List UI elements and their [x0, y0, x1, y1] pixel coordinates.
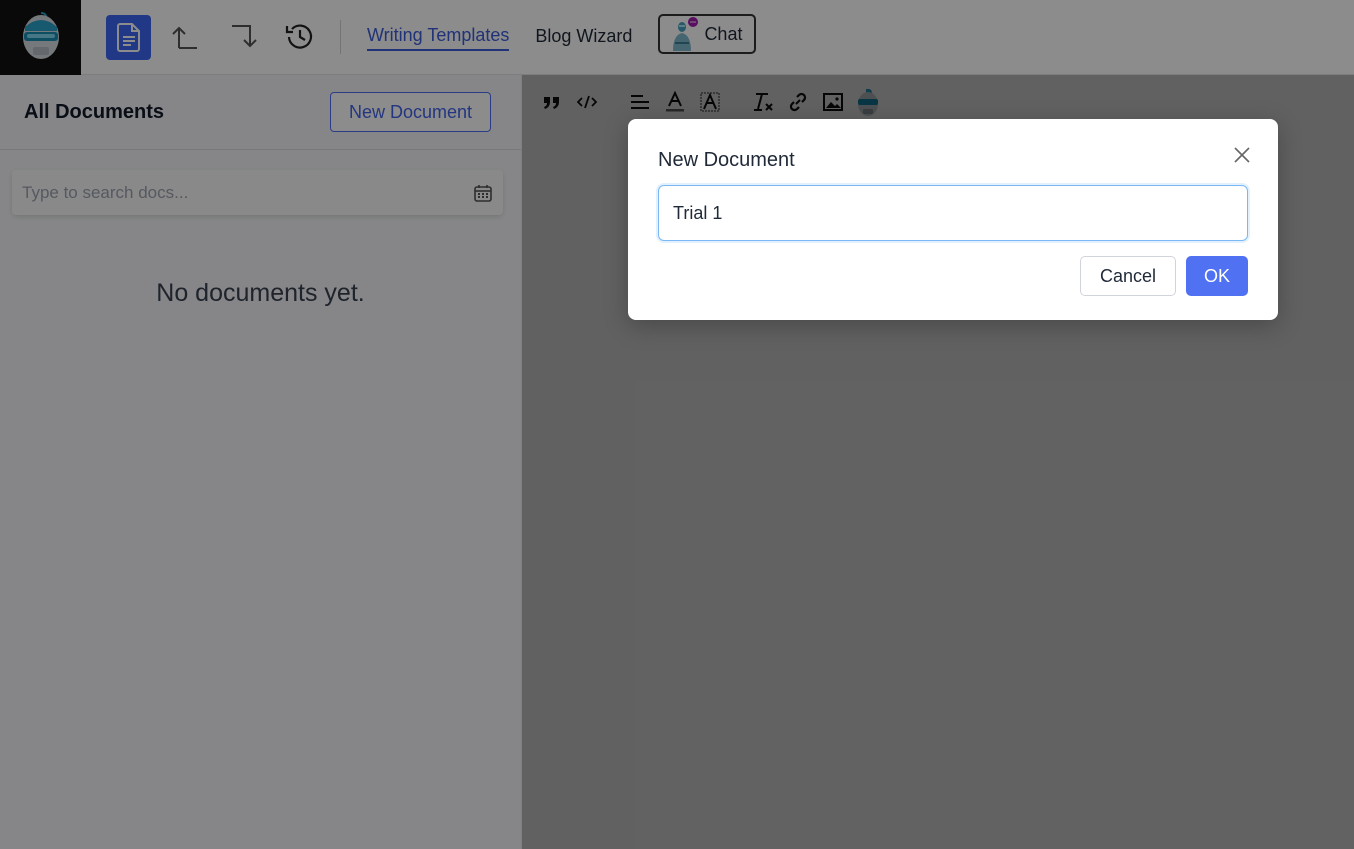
undo-button[interactable]	[163, 15, 208, 60]
chat-label: Chat	[704, 23, 743, 44]
search-box	[12, 170, 503, 215]
calendar-icon[interactable]	[473, 183, 493, 203]
code-button[interactable]	[569, 86, 604, 118]
top-bar: Writing Templates Blog Wizard Chat	[0, 0, 1354, 75]
quote-button[interactable]	[534, 86, 569, 118]
highlight-button[interactable]	[692, 86, 727, 118]
chat-robot-icon	[673, 17, 699, 51]
font-color-button[interactable]	[657, 86, 692, 118]
new-document-button[interactable]: New Document	[329, 92, 491, 132]
empty-documents-message: No documents yet.	[156, 279, 365, 307]
history-icon	[285, 24, 312, 49]
app-logo[interactable]	[0, 0, 81, 75]
code-icon	[576, 95, 597, 109]
dialog-actions: Cancel OK	[658, 256, 1248, 296]
search-docs-input[interactable]	[22, 182, 473, 203]
highlight-icon	[700, 92, 719, 112]
robot-helmet-logo-icon	[22, 12, 59, 59]
history-button[interactable]	[277, 15, 322, 60]
clear-format-icon	[753, 93, 773, 111]
align-icon	[630, 95, 649, 109]
clear-format-button[interactable]	[745, 86, 780, 118]
toolbar-divider	[340, 20, 341, 54]
new-document-dialog: New Document Cancel OK	[628, 119, 1278, 320]
dialog-title: New Document	[658, 149, 795, 171]
image-icon	[822, 93, 843, 111]
documents-sidebar: All Documents New Document No documents …	[0, 75, 522, 849]
ai-assistant-button[interactable]	[850, 86, 885, 118]
chat-button[interactable]: Chat	[658, 14, 757, 54]
nav-blog-wizard[interactable]: Blog Wizard	[535, 24, 632, 50]
redo-icon	[231, 25, 257, 48]
quote-icon	[543, 97, 559, 109]
link-button[interactable]	[780, 86, 815, 118]
documents-button[interactable]	[106, 14, 151, 60]
redo-button[interactable]	[220, 15, 265, 60]
cancel-button[interactable]: Cancel	[1079, 256, 1176, 296]
ai-assistant-icon	[857, 88, 878, 116]
font-color-icon	[665, 91, 684, 112]
sidebar-header: All Documents New Document	[0, 75, 521, 150]
image-button[interactable]	[815, 86, 850, 118]
close-icon	[1234, 147, 1250, 163]
sidebar-title: All Documents	[24, 100, 165, 123]
document-name-input[interactable]	[658, 185, 1248, 241]
nav-writing-templates[interactable]: Writing Templates	[367, 23, 510, 51]
align-button[interactable]	[622, 86, 657, 118]
link-icon	[789, 92, 806, 112]
close-button[interactable]	[1230, 143, 1254, 167]
undo-icon	[171, 26, 197, 49]
ok-button[interactable]: OK	[1185, 256, 1248, 296]
document-icon	[116, 23, 140, 52]
